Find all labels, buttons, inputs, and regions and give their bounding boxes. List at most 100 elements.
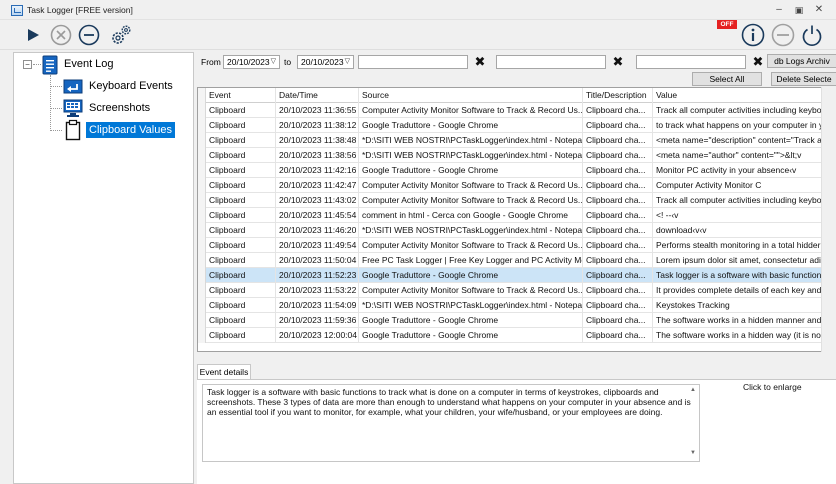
cell-source: Computer Activity Monitor Software to Tr… [359, 238, 583, 253]
minimize-to-tray-button[interactable] [770, 22, 796, 48]
table-row[interactable]: Clipboard 20/10/2023 11:36:55 Computer Act… [198, 103, 835, 118]
clear-value-filter-icon[interactable]: ✖ [751, 55, 765, 69]
cell-title: Clipboard cha... [583, 238, 653, 253]
events-grid[interactable]: Event Date/Time Source Title/Description Val… [197, 87, 836, 352]
value-filter-input[interactable] [636, 55, 746, 69]
row-header-cell[interactable] [198, 193, 206, 208]
column-header-datetime[interactable]: Date/Time [276, 88, 359, 103]
row-header-cell[interactable] [198, 208, 206, 223]
table-row[interactable]: Clipboard 20/10/2023 11:42:16 Google Tradu… [198, 163, 835, 178]
from-date-picker[interactable]: 20/10/2023 ▽ [223, 55, 280, 69]
info-button[interactable] [740, 22, 766, 48]
scroll-up-icon[interactable]: ▲ [690, 387, 696, 393]
cell-source: *D:\SITI WEB NOSTRI\PCTaskLogger\index.h… [359, 133, 583, 148]
cell-value: <! --‹v [653, 208, 835, 223]
row-header-cell[interactable] [198, 178, 206, 193]
stop-button[interactable] [48, 22, 74, 48]
tree-item-event-log[interactable]: Event Log [61, 56, 117, 72]
cell-title: Clipboard cha... [583, 298, 653, 313]
clear-source-filter-icon[interactable]: ✖ [473, 55, 487, 69]
cell-event: Clipboard [206, 328, 276, 343]
cell-title: Clipboard cha... [583, 268, 653, 283]
column-header-event[interactable]: Event [206, 88, 276, 103]
close-window-button[interactable]: ✕ [812, 4, 826, 16]
to-date-picker[interactable]: 20/10/2023 ▽ [297, 55, 354, 69]
cell-event: Clipboard [206, 298, 276, 313]
tab-event-details[interactable]: Event details [197, 364, 251, 380]
row-header-cell[interactable] [198, 313, 206, 328]
tree-collapse-toggle[interactable]: − [23, 60, 32, 69]
cell-event: Clipboard [206, 313, 276, 328]
title-filter-input[interactable] [496, 55, 606, 69]
row-header-cell[interactable] [198, 253, 206, 268]
cell-value: Track all computer activities including … [653, 103, 835, 118]
cell-source: Google Traduttore - Google Chrome [359, 313, 583, 328]
grid-header-row[interactable]: Event Date/Time Source Title/Description Val… [198, 88, 835, 103]
row-header-cell[interactable] [198, 328, 206, 343]
row-header-cell[interactable] [198, 163, 206, 178]
row-header-cell[interactable] [198, 103, 206, 118]
minus-circle-icon [771, 23, 795, 47]
source-filter-input[interactable] [358, 55, 468, 69]
row-header-cell[interactable] [198, 223, 206, 238]
db-logs-archive-button[interactable]: db Logs Archiv [767, 54, 836, 68]
table-row[interactable]: Clipboard 20/10/2023 11:46:20 *D:\SITI WEB… [198, 223, 835, 238]
column-header-value[interactable]: Value [653, 88, 835, 103]
cell-source: Computer Activity Monitor Software to Tr… [359, 178, 583, 193]
row-header-cell[interactable] [198, 298, 206, 313]
scroll-down-icon[interactable]: ▼ [690, 450, 696, 456]
select-all-button[interactable]: Select All [692, 72, 762, 86]
cell-event: Clipboard [206, 163, 276, 178]
table-row[interactable]: Clipboard 20/10/2023 11:38:56 *D:\SITI WEB… [198, 148, 835, 163]
power-button[interactable] [799, 22, 825, 48]
column-header-source[interactable]: Source [359, 88, 583, 103]
table-row[interactable]: Clipboard 20/10/2023 11:45:54 comment in h… [198, 208, 835, 223]
table-row[interactable]: Clipboard 20/10/2023 11:52:23 Google Tradu… [198, 268, 835, 283]
event-details-text[interactable]: Task logger is a software with basic fun… [202, 384, 700, 462]
settings-button[interactable] [108, 22, 134, 48]
task-logger-window: Task Logger [FREE version] – ▣ ✕ OFF − E… [0, 0, 836, 484]
cell-source: Free PC Task Logger | Free Key Logger an… [359, 253, 583, 268]
minimize-window-button[interactable]: – [772, 4, 786, 16]
cell-datetime: 20/10/2023 12:00:04 [276, 328, 359, 343]
pause-button[interactable] [76, 22, 102, 48]
row-header-cell[interactable] [198, 148, 206, 163]
row-header-cell[interactable] [198, 133, 206, 148]
cell-event: Clipboard [206, 133, 276, 148]
table-row[interactable]: Clipboard 20/10/2023 12:00:04 Google Tradu… [198, 328, 835, 343]
row-header-cell[interactable] [198, 238, 206, 253]
maximize-window-button[interactable]: ▣ [792, 4, 806, 16]
tree-item-screenshots[interactable]: Screenshots [86, 100, 153, 116]
table-row[interactable]: Clipboard 20/10/2023 11:38:12 Google Tradu… [198, 118, 835, 133]
window-title: Task Logger [FREE version] [27, 5, 133, 15]
table-row[interactable]: Clipboard 20/10/2023 11:59:36 Google Tradu… [198, 313, 835, 328]
cell-title: Clipboard cha... [583, 133, 653, 148]
clear-title-filter-icon[interactable]: ✖ [611, 55, 625, 69]
tree-item-keyboard-events[interactable]: Keyboard Events [86, 78, 176, 94]
grid-vertical-scrollbar[interactable] [821, 87, 836, 352]
cell-datetime: 20/10/2023 11:38:48 [276, 133, 359, 148]
stop-icon [50, 24, 72, 46]
start-button[interactable] [20, 22, 46, 48]
row-header-cell[interactable] [198, 88, 206, 103]
cell-event: Clipboard [206, 238, 276, 253]
delete-selected-button[interactable]: Delete Selecte [771, 72, 836, 86]
table-row[interactable]: Clipboard 20/10/2023 11:42:47 Computer Act… [198, 178, 835, 193]
table-row[interactable]: Clipboard 20/10/2023 11:50:04 Free PC Task… [198, 253, 835, 268]
cell-event: Clipboard [206, 223, 276, 238]
table-row[interactable]: Clipboard 20/10/2023 11:49:54 Computer Act… [198, 238, 835, 253]
cell-title: Clipboard cha... [583, 163, 653, 178]
table-row[interactable]: Clipboard 20/10/2023 11:38:48 *D:\SITI WEB… [198, 133, 835, 148]
table-row[interactable]: Clipboard 20/10/2023 11:43:02 Computer Act… [198, 193, 835, 208]
table-row[interactable]: Clipboard 20/10/2023 11:54:09 *D:\SITI WEB… [198, 298, 835, 313]
row-header-cell[interactable] [198, 268, 206, 283]
column-header-title[interactable]: Title/Description [583, 88, 653, 103]
row-header-cell[interactable] [198, 283, 206, 298]
tree-item-clipboard-values[interactable]: Clipboard Values [86, 122, 175, 138]
click-to-enlarge-label[interactable]: Click to enlarge [743, 382, 802, 392]
power-icon [802, 25, 822, 46]
table-row[interactable]: Clipboard 20/10/2023 11:53:22 Computer Act… [198, 283, 835, 298]
cell-datetime: 20/10/2023 11:38:56 [276, 148, 359, 163]
row-header-cell[interactable] [198, 118, 206, 133]
cell-title: Clipboard cha... [583, 223, 653, 238]
